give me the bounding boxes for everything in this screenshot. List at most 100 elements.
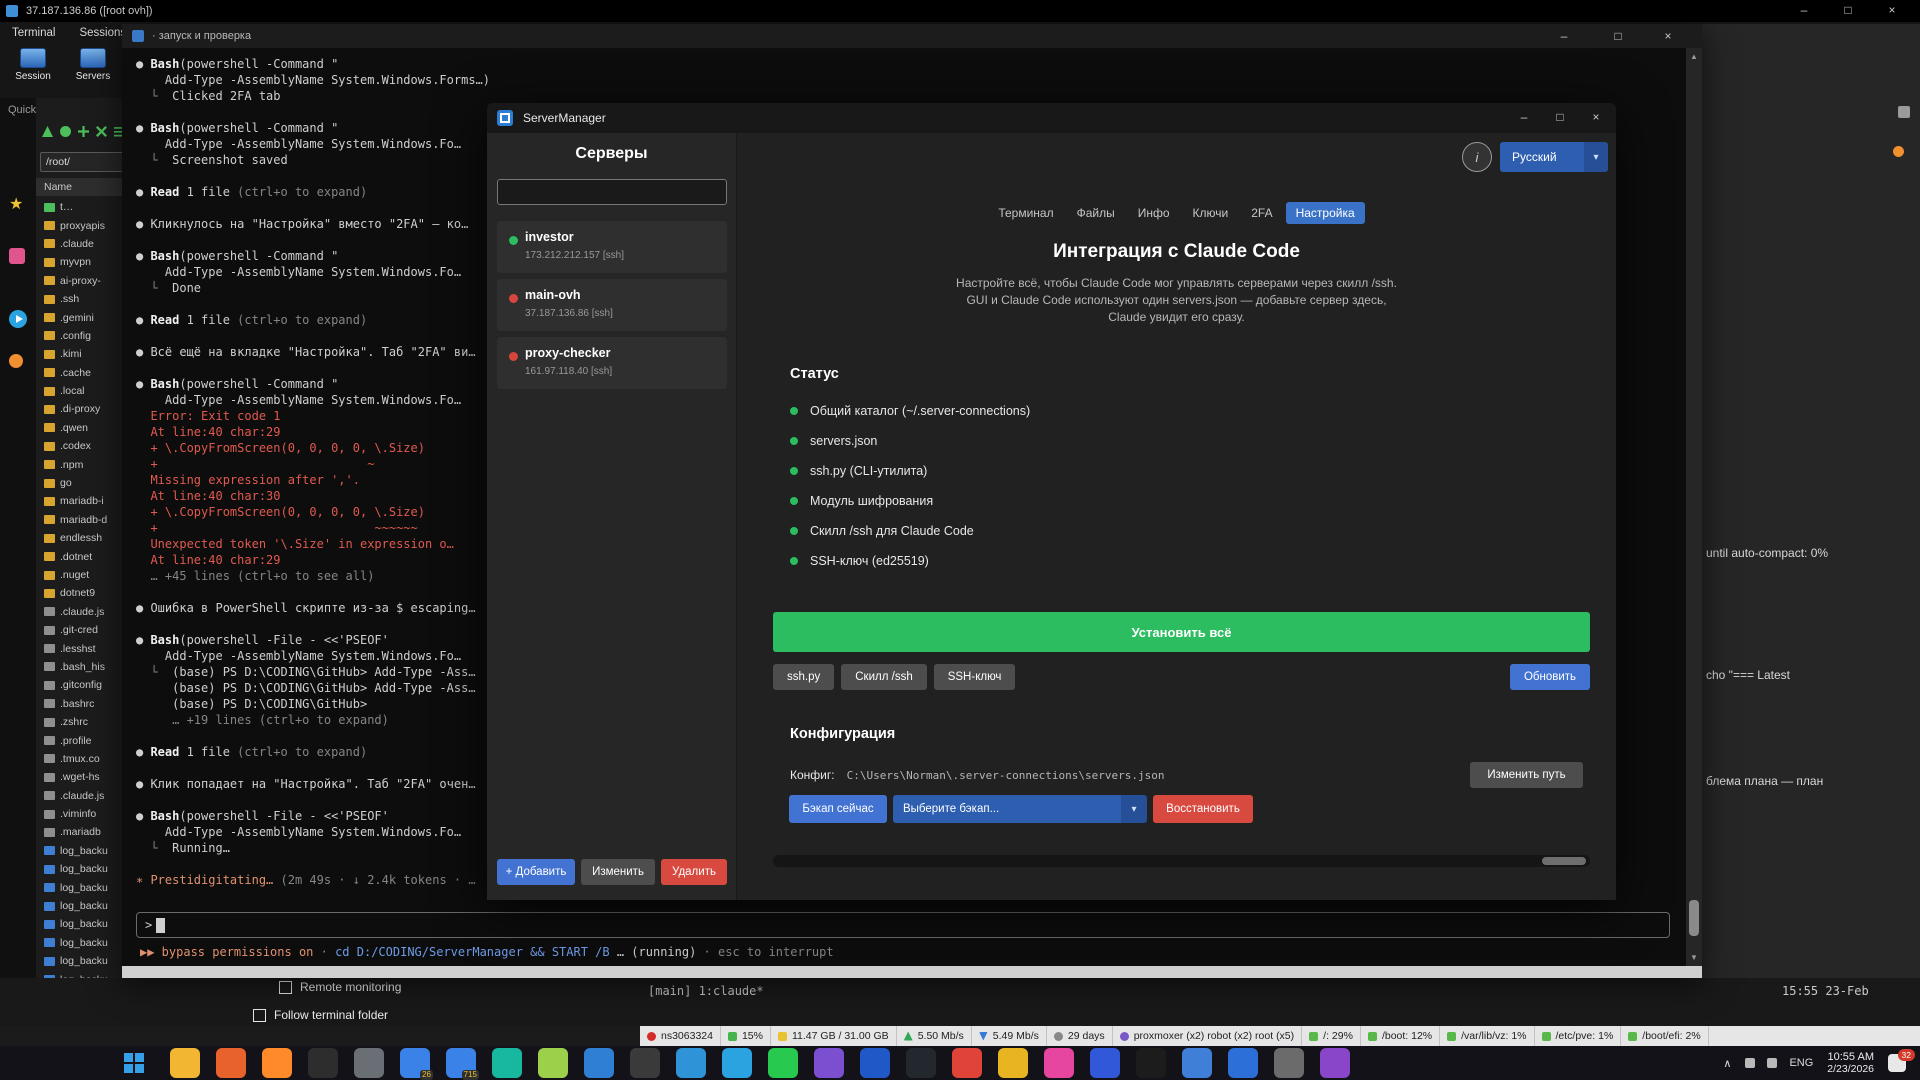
sm-minimize-button[interactable]: – — [1508, 107, 1540, 127]
install-all-button[interactable]: Установить всё — [773, 612, 1590, 652]
start-button[interactable] — [124, 1053, 144, 1073]
terminal-close-button[interactable]: × — [1652, 26, 1684, 46]
volume-icon[interactable] — [1767, 1058, 1777, 1068]
backup-select[interactable]: Выберите бэкап... ▾ — [893, 795, 1147, 823]
taskbar-app-pink[interactable] — [1044, 1048, 1074, 1078]
server-item[interactable]: proxy-checker161.97.118.40 [ssh] — [497, 337, 727, 389]
network-icon[interactable] — [1745, 1058, 1755, 1068]
minimize-button[interactable]: – — [1788, 0, 1820, 20]
taskbar-clock[interactable]: 10:55 AM 2/23/2026 — [1827, 1051, 1874, 1075]
info-button[interactable]: i — [1462, 142, 1492, 172]
taskbar-obs[interactable] — [906, 1048, 936, 1078]
scrollbar-thumb[interactable] — [1689, 900, 1699, 936]
chevron-up-icon[interactable]: ∧ — [1723, 1057, 1731, 1070]
edit-server-button[interactable]: Изменить — [581, 859, 655, 885]
scroll-down-icon[interactable]: ▼ — [1686, 953, 1702, 962]
taskbar-jetbrains[interactable] — [1136, 1048, 1166, 1078]
telegram-icon[interactable] — [9, 310, 27, 328]
change-path-button[interactable]: Изменить путь — [1470, 762, 1583, 788]
remote-monitoring-checkbox[interactable]: Remote monitoring — [279, 980, 401, 994]
language-indicator[interactable]: ENG — [1789, 1057, 1813, 1069]
plan-text: блема плана — план — [1706, 774, 1823, 788]
add-icon[interactable] — [78, 126, 89, 137]
checkbox-icon[interactable] — [253, 1009, 266, 1022]
status-segment: proxmoxer (x2) robot (x2) root (x5) — [1113, 1026, 1302, 1046]
refresh-icon[interactable] — [60, 126, 71, 137]
scroll-up-icon[interactable]: ▲ — [1686, 52, 1702, 61]
download-icon[interactable] — [9, 248, 25, 264]
language-select[interactable]: Русский ▾ — [1500, 142, 1608, 172]
tab-инфо[interactable]: Инфо — [1128, 202, 1180, 224]
component-buttons: ssh.py Скилл /ssh SSH-ключ — [773, 664, 1015, 690]
refresh-button[interactable]: Обновить — [1510, 664, 1590, 690]
terminal-maximize-button[interactable]: □ — [1602, 26, 1634, 46]
close-button[interactable]: × — [1876, 0, 1908, 20]
backup-now-button[interactable]: Бэкап сейчас — [789, 795, 887, 823]
session-button[interactable]: Session — [4, 48, 62, 94]
taskbar-app-blue[interactable] — [860, 1048, 890, 1078]
tab-файлы[interactable]: Файлы — [1067, 202, 1125, 224]
component-button--ssh[interactable]: Скилл /ssh — [841, 664, 926, 690]
taskbar-chrome-profile-2[interactable]: 715 — [446, 1048, 476, 1078]
status-segment: ns3063324 — [640, 1026, 721, 1046]
servermanager-titlebar[interactable]: ServerManager – □ × — [487, 103, 1616, 133]
sm-maximize-button[interactable]: □ — [1544, 107, 1576, 127]
tab-терминал[interactable]: Терминал — [988, 202, 1063, 224]
notifications-icon[interactable]: 32 — [1888, 1054, 1906, 1072]
taskbar-file-explorer[interactable] — [170, 1048, 200, 1078]
server-item[interactable]: main-ovh37.187.136.86 [ssh] — [497, 279, 727, 331]
tab-2fa[interactable]: 2FA — [1241, 202, 1282, 224]
taskbar-whatsapp[interactable] — [768, 1048, 798, 1078]
taskbar-app-purple[interactable] — [1320, 1048, 1350, 1078]
servers-button[interactable]: Servers — [64, 48, 122, 94]
pen-icon[interactable] — [1898, 106, 1910, 118]
terminal-scrollbar[interactable]: ▲ ▼ — [1686, 48, 1702, 966]
server-search-input[interactable] — [497, 179, 727, 205]
server-list: investor173.212.212.157 [ssh] main-ovh37.… — [497, 221, 727, 395]
taskbar-app-red[interactable] — [952, 1048, 982, 1078]
orange-app-icon[interactable] — [9, 354, 23, 368]
component-button-ssh-py[interactable]: ssh.py — [773, 664, 834, 690]
terminal-input[interactable]: > — [136, 912, 1670, 938]
taskbar-app-indigo[interactable] — [1090, 1048, 1120, 1078]
taskbar-docker[interactable] — [1182, 1048, 1212, 1078]
maximize-button[interactable]: □ — [1832, 0, 1864, 20]
taskbar-qbittorrent[interactable] — [492, 1048, 522, 1078]
follow-terminal-folder-checkbox[interactable]: Follow terminal folder — [253, 1008, 388, 1022]
auto-compact-text: until auto-compact: 0% — [1706, 546, 1828, 560]
restore-button[interactable]: Восстановить — [1153, 795, 1253, 823]
scrollbar-thumb[interactable] — [1542, 857, 1586, 865]
checkbox-icon[interactable] — [279, 981, 292, 994]
taskbar-brave[interactable] — [216, 1048, 246, 1078]
delete-server-button[interactable]: Удалить — [661, 859, 727, 885]
taskbar-edge[interactable] — [676, 1048, 706, 1078]
taskbar-terminal-app[interactable] — [630, 1048, 660, 1078]
taskbar-chrome[interactable] — [998, 1048, 1028, 1078]
terminal-titlebar[interactable]: · запуск и проверка – □ × — [122, 24, 1702, 48]
favorites-star-icon[interactable]: ★ — [9, 194, 23, 214]
taskbar-chrome-profile-1[interactable]: 26 — [400, 1048, 430, 1078]
tab-настройка[interactable]: Настройка — [1286, 202, 1365, 224]
add-server-button[interactable]: + Добавить — [497, 859, 575, 885]
taskbar-viber[interactable] — [814, 1048, 844, 1078]
log-icon — [44, 957, 55, 966]
taskbar-gimp[interactable] — [1274, 1048, 1304, 1078]
delete-icon[interactable] — [96, 126, 107, 137]
tab-ключи[interactable]: Ключи — [1183, 202, 1239, 224]
disk-icon — [1368, 1032, 1377, 1041]
taskbar-anydesk[interactable] — [354, 1048, 384, 1078]
taskbar-vscode[interactable] — [584, 1048, 614, 1078]
component-button-ssh-[interactable]: SSH-ключ — [934, 664, 1016, 690]
menu-terminal[interactable]: Terminal — [0, 27, 67, 39]
horizontal-scrollbar[interactable] — [773, 855, 1590, 867]
taskbar-firefox[interactable] — [262, 1048, 292, 1078]
file-icon — [44, 791, 55, 800]
terminal-minimize-button[interactable]: – — [1548, 26, 1580, 46]
taskbar-quick-share[interactable] — [1228, 1048, 1258, 1078]
server-item[interactable]: investor173.212.212.157 [ssh] — [497, 221, 727, 273]
sm-close-button[interactable]: × — [1580, 107, 1612, 127]
taskbar-telegram[interactable] — [722, 1048, 752, 1078]
taskbar-notepad-plus-plus[interactable] — [538, 1048, 568, 1078]
up-icon[interactable] — [42, 126, 53, 137]
taskbar-app-dark[interactable] — [308, 1048, 338, 1078]
